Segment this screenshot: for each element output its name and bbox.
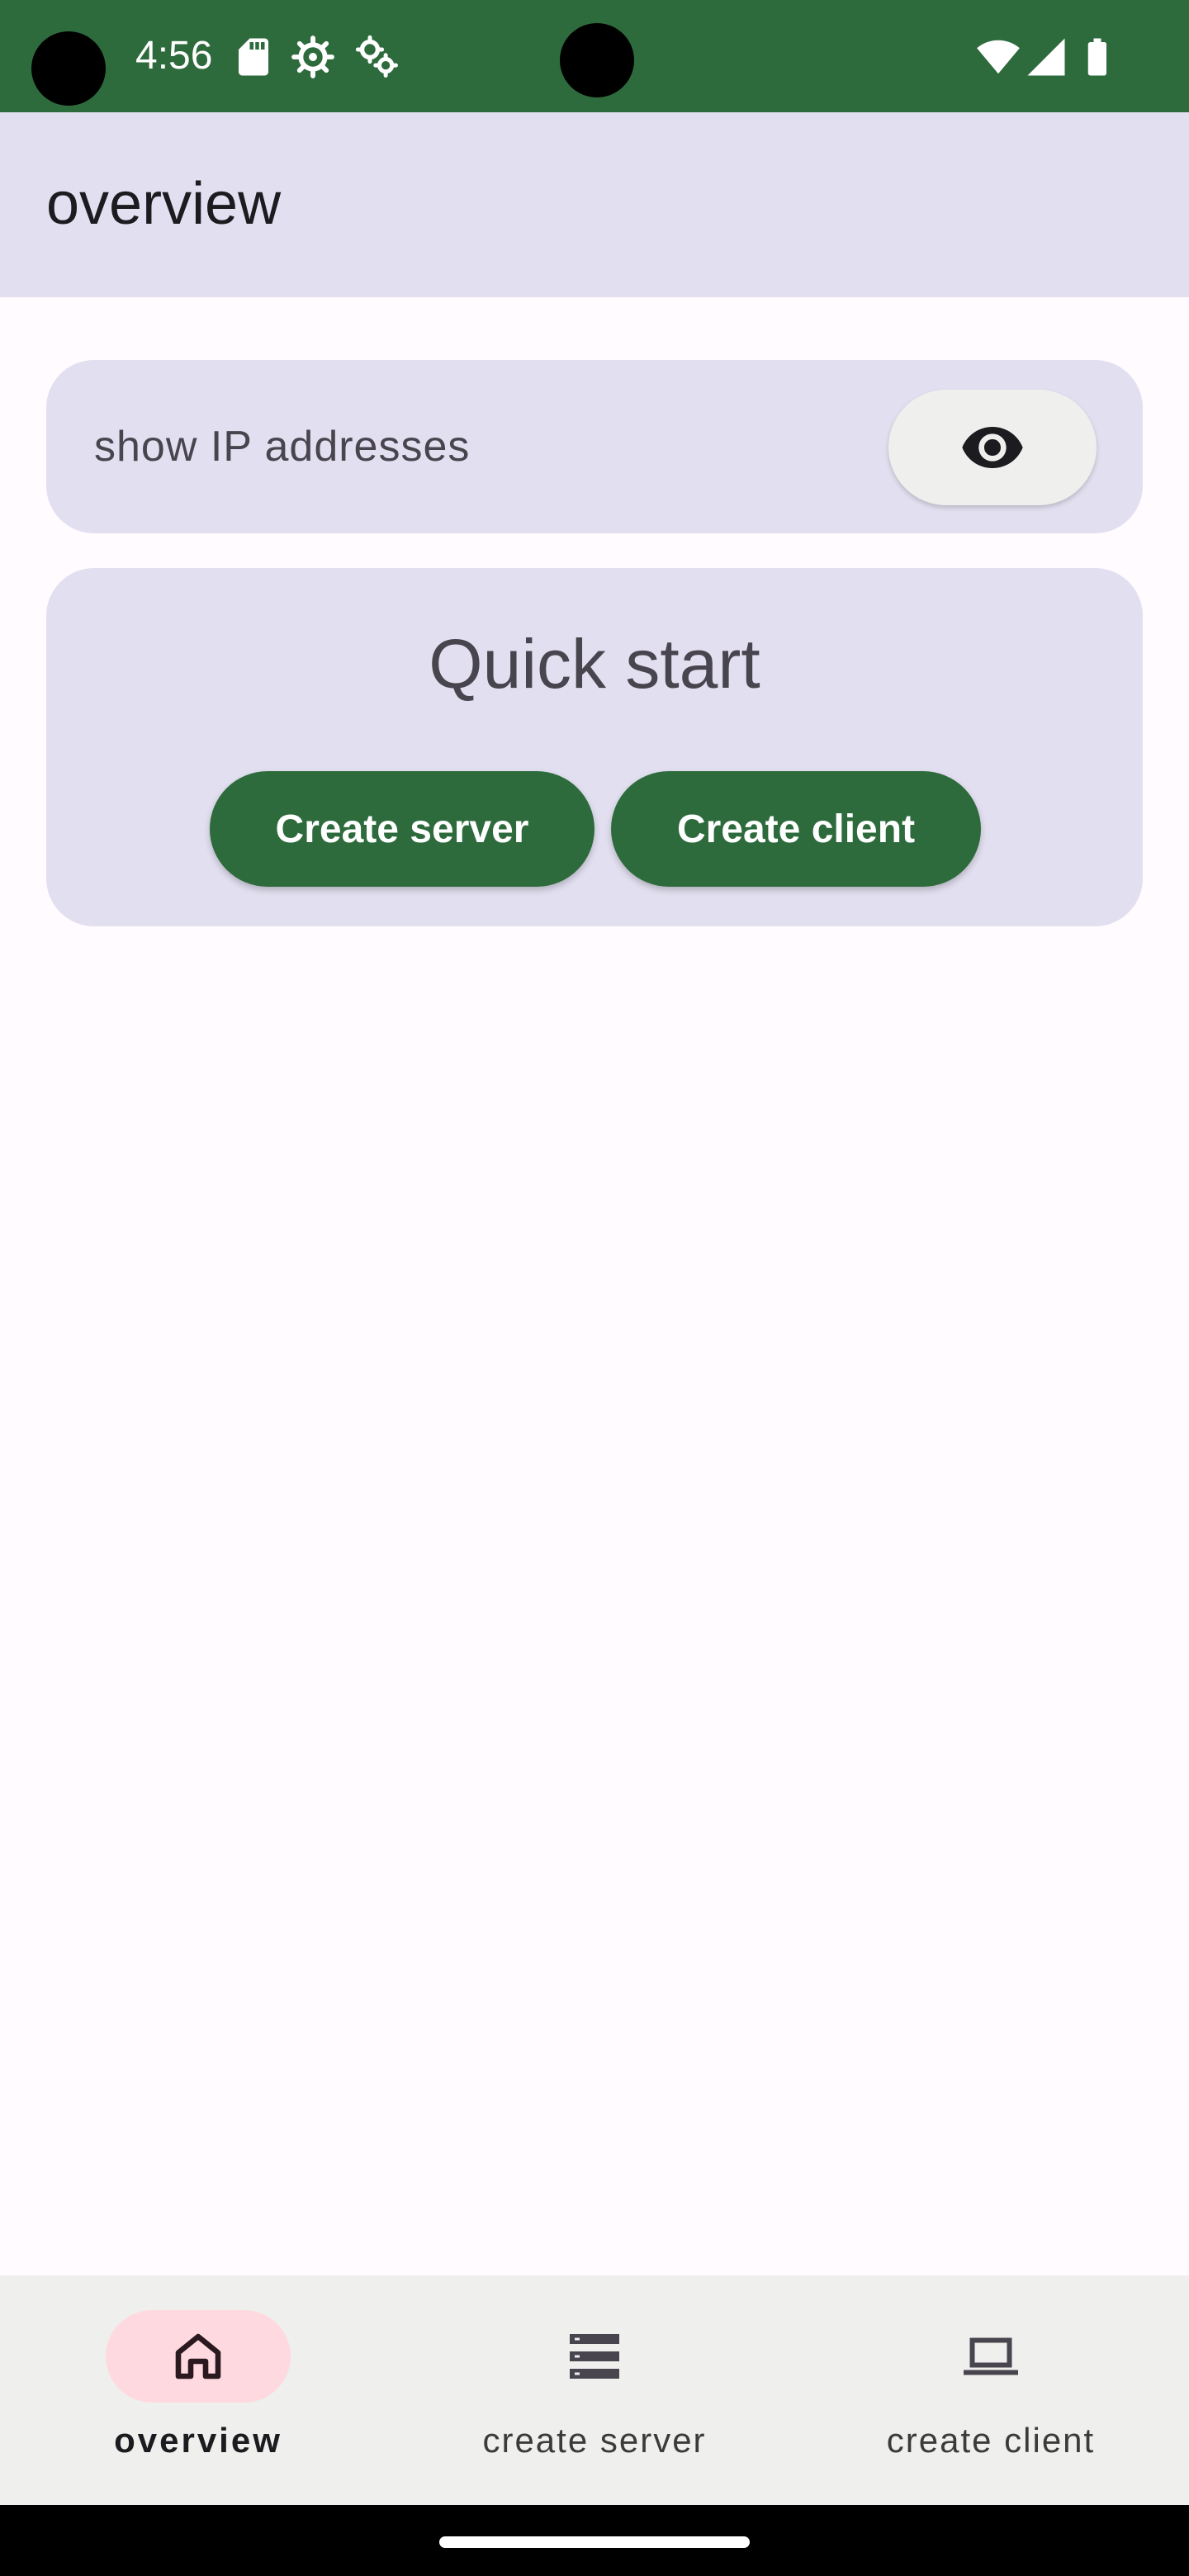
nav-item-create-client[interactable]: create client xyxy=(793,2275,1189,2505)
home-icon xyxy=(175,2333,221,2379)
nav-icon-container xyxy=(898,2310,1083,2403)
create-server-button[interactable]: Create server xyxy=(210,771,594,887)
nav-item-create-server[interactable]: create server xyxy=(396,2275,793,2505)
cell-signal-icon xyxy=(1024,35,1068,79)
battery-icon xyxy=(1075,35,1120,79)
create-client-button[interactable]: Create client xyxy=(611,771,981,887)
nav-label-create-client: create client xyxy=(886,2421,1096,2460)
status-bar: 4:56 xyxy=(0,0,1189,112)
nav-label-overview: overview xyxy=(114,2421,282,2460)
laptop-icon xyxy=(964,2337,1018,2375)
status-time: 4:56 xyxy=(135,34,213,78)
camera-cutout-left xyxy=(31,31,106,106)
camera-cutout-center xyxy=(560,23,634,97)
page-title: overview xyxy=(46,171,282,237)
nav-active-indicator xyxy=(106,2310,291,2403)
show-ip-toggle-button[interactable] xyxy=(888,390,1097,505)
settings-gear-icon xyxy=(291,35,335,79)
server-list-icon xyxy=(570,2334,619,2379)
gesture-navigation-bar xyxy=(0,2505,1189,2576)
nav-label-create-server: create server xyxy=(482,2421,707,2460)
quick-start-title: Quick start xyxy=(429,625,760,703)
home-gesture-handle[interactable] xyxy=(439,2536,750,2548)
wifi-icon xyxy=(976,35,1021,79)
settings-gears-icon xyxy=(355,35,400,79)
visibility-eye-icon xyxy=(962,427,1023,468)
nav-item-overview[interactable]: overview xyxy=(0,2275,396,2505)
show-ip-card: show IP addresses xyxy=(46,360,1143,533)
top-app-bar: overview xyxy=(0,112,1189,297)
show-ip-label: show IP addresses xyxy=(94,423,471,471)
quick-start-card: Quick start Create server Create client xyxy=(46,568,1143,926)
nav-icon-container xyxy=(502,2310,687,2403)
sd-card-icon xyxy=(231,35,276,79)
bottom-navigation: overview create server create client xyxy=(0,2275,1189,2505)
